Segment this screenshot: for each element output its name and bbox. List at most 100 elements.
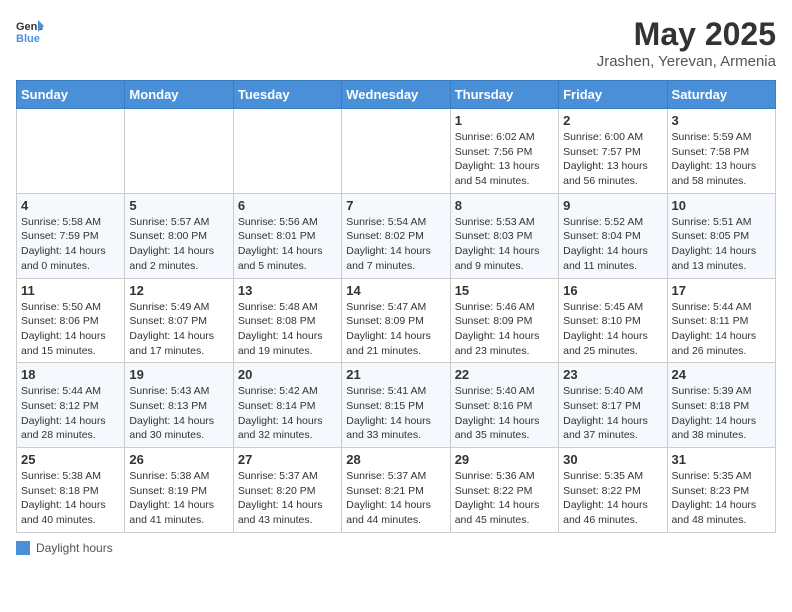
day-number: 16 <box>563 283 662 298</box>
svg-text:Blue: Blue <box>16 33 40 44</box>
day-info: Sunrise: 5:41 AMSunset: 8:15 PMDaylight:… <box>346 384 445 443</box>
subtitle: Jrashen, Yerevan, Armenia <box>597 53 776 70</box>
day-number: 28 <box>346 452 445 467</box>
day-number: 29 <box>455 452 554 467</box>
title-area: May 2025 Jrashen, Yerevan, Armenia <box>597 16 776 70</box>
calendar-cell: 31 Sunrise: 5:35 AMSunset: 8:23 PMDayligh… <box>667 448 775 533</box>
day-header-tuesday: Tuesday <box>233 81 341 109</box>
day-number: 23 <box>563 367 662 382</box>
day-number: 18 <box>21 367 120 382</box>
day-number: 7 <box>346 198 445 213</box>
day-number: 24 <box>672 367 771 382</box>
calendar-cell: 9 Sunrise: 5:52 AMSunset: 8:04 PMDaylight… <box>559 193 667 278</box>
day-number: 11 <box>21 283 120 298</box>
calendar-cell: 3 Sunrise: 5:59 AMSunset: 7:58 PMDaylight… <box>667 109 775 194</box>
calendar-cell <box>125 109 233 194</box>
calendar-cell: 26 Sunrise: 5:38 AMSunset: 8:19 PMDayligh… <box>125 448 233 533</box>
week-row-1: 4Sunrise: 5:58 AMSunset: 7:59 PMDaylight… <box>17 193 776 278</box>
calendar-cell: 5 Sunrise: 5:57 AMSunset: 8:00 PMDaylight… <box>125 193 233 278</box>
main-title: May 2025 <box>597 16 776 53</box>
calendar-cell: 4Sunrise: 5:58 AMSunset: 7:59 PMDaylight… <box>17 193 125 278</box>
calendar-cell: 12Sunrise: 5:49 AMSunset: 8:07 PMDayligh… <box>125 278 233 363</box>
day-info: Sunrise: 5:35 AMSunset: 8:23 PMDaylight:… <box>672 469 771 528</box>
day-info: Sunrise: 5:46 AMSunset: 8:09 PMDaylight:… <box>455 300 554 359</box>
calendar-cell: 25 Sunrise: 5:38 AMSunset: 8:18 PMDayligh… <box>17 448 125 533</box>
day-info: Sunrise: 5:52 AMSunset: 8:04 PMDaylight:… <box>563 215 662 274</box>
calendar-cell: 10 Sunrise: 5:51 AMSunset: 8:05 PMDayligh… <box>667 193 775 278</box>
day-header-monday: Monday <box>125 81 233 109</box>
day-number: 10 <box>672 198 771 213</box>
calendar-cell <box>342 109 450 194</box>
calendar-cell: 29 Sunrise: 5:36 AMSunset: 8:22 PMDayligh… <box>450 448 558 533</box>
day-number: 21 <box>346 367 445 382</box>
calendar-cell <box>233 109 341 194</box>
day-number: 8 <box>455 198 554 213</box>
calendar-cell: 30Sunrise: 5:35 AMSunset: 8:22 PMDayligh… <box>559 448 667 533</box>
calendar-cell: 15 Sunrise: 5:46 AMSunset: 8:09 PMDayligh… <box>450 278 558 363</box>
week-row-3: 18 Sunrise: 5:44 AMSunset: 8:12 PMDayligh… <box>17 363 776 448</box>
day-info: Sunrise: 5:51 AMSunset: 8:05 PMDaylight:… <box>672 215 771 274</box>
calendar-cell: 16 Sunrise: 5:45 AMSunset: 8:10 PMDayligh… <box>559 278 667 363</box>
day-number: 20 <box>238 367 337 382</box>
day-number: 15 <box>455 283 554 298</box>
day-info: Sunrise: 5:57 AMSunset: 8:00 PMDaylight:… <box>129 215 228 274</box>
day-info: Sunrise: 5:59 AMSunset: 7:58 PMDaylight:… <box>672 130 771 189</box>
calendar-table: SundayMondayTuesdayWednesdayThursdayFrid… <box>16 80 776 533</box>
footer: Daylight hours <box>16 541 776 555</box>
calendar-cell: 7 Sunrise: 5:54 AMSunset: 8:02 PMDaylight… <box>342 193 450 278</box>
day-number: 26 <box>129 452 228 467</box>
day-number: 13 <box>238 283 337 298</box>
calendar-cell: 13 Sunrise: 5:48 AMSunset: 8:08 PMDayligh… <box>233 278 341 363</box>
day-info: Sunrise: 5:44 AMSunset: 8:12 PMDaylight:… <box>21 384 120 443</box>
day-info: Sunrise: 5:56 AMSunset: 8:01 PMDaylight:… <box>238 215 337 274</box>
day-info: Sunrise: 5:54 AMSunset: 8:02 PMDaylight:… <box>346 215 445 274</box>
day-info: Sunrise: 5:35 AMSunset: 8:22 PMDaylight:… <box>563 469 662 528</box>
day-info: Sunrise: 6:00 AMSunset: 7:57 PMDaylight:… <box>563 130 662 189</box>
day-number: 14 <box>346 283 445 298</box>
day-header-saturday: Saturday <box>667 81 775 109</box>
calendar-header: SundayMondayTuesdayWednesdayThursdayFrid… <box>17 81 776 109</box>
day-number: 3 <box>672 113 771 128</box>
week-row-4: 25 Sunrise: 5:38 AMSunset: 8:18 PMDayligh… <box>17 448 776 533</box>
calendar-cell: 19 Sunrise: 5:43 AMSunset: 8:13 PMDayligh… <box>125 363 233 448</box>
day-info: Sunrise: 5:38 AMSunset: 8:19 PMDaylight:… <box>129 469 228 528</box>
day-header-thursday: Thursday <box>450 81 558 109</box>
day-info: Sunrise: 5:36 AMSunset: 8:22 PMDaylight:… <box>455 469 554 528</box>
daylight-label: Daylight hours <box>36 541 113 555</box>
header: General Blue May 2025 Jrashen, Yerevan, … <box>16 16 776 70</box>
calendar-cell: 21 Sunrise: 5:41 AMSunset: 8:15 PMDayligh… <box>342 363 450 448</box>
day-number: 25 <box>21 452 120 467</box>
day-number: 1 <box>455 113 554 128</box>
calendar-cell: 23 Sunrise: 5:40 AMSunset: 8:17 PMDayligh… <box>559 363 667 448</box>
calendar-cell: 1Sunrise: 6:02 AMSunset: 7:56 PMDaylight… <box>450 109 558 194</box>
calendar-cell: 20Sunrise: 5:42 AMSunset: 8:14 PMDayligh… <box>233 363 341 448</box>
calendar-cell: 14Sunrise: 5:47 AMSunset: 8:09 PMDayligh… <box>342 278 450 363</box>
day-info: Sunrise: 5:39 AMSunset: 8:18 PMDaylight:… <box>672 384 771 443</box>
day-info: Sunrise: 5:43 AMSunset: 8:13 PMDaylight:… <box>129 384 228 443</box>
calendar-cell: 24 Sunrise: 5:39 AMSunset: 8:18 PMDayligh… <box>667 363 775 448</box>
day-info: Sunrise: 5:45 AMSunset: 8:10 PMDaylight:… <box>563 300 662 359</box>
day-number: 4 <box>21 198 120 213</box>
calendar-cell: 27Sunrise: 5:37 AMSunset: 8:20 PMDayligh… <box>233 448 341 533</box>
day-info: Sunrise: 5:53 AMSunset: 8:03 PMDaylight:… <box>455 215 554 274</box>
day-number: 5 <box>129 198 228 213</box>
calendar-cell: 17Sunrise: 5:44 AMSunset: 8:11 PMDayligh… <box>667 278 775 363</box>
calendar-cell: 28Sunrise: 5:37 AMSunset: 8:21 PMDayligh… <box>342 448 450 533</box>
daylight-box-icon <box>16 541 30 555</box>
week-row-0: 1Sunrise: 6:02 AMSunset: 7:56 PMDaylight… <box>17 109 776 194</box>
day-number: 12 <box>129 283 228 298</box>
day-info: Sunrise: 5:48 AMSunset: 8:08 PMDaylight:… <box>238 300 337 359</box>
day-number: 31 <box>672 452 771 467</box>
day-info: Sunrise: 5:44 AMSunset: 8:11 PMDaylight:… <box>672 300 771 359</box>
day-info: Sunrise: 5:40 AMSunset: 8:17 PMDaylight:… <box>563 384 662 443</box>
calendar-cell: 18 Sunrise: 5:44 AMSunset: 8:12 PMDayligh… <box>17 363 125 448</box>
day-number: 9 <box>563 198 662 213</box>
day-info: Sunrise: 5:40 AMSunset: 8:16 PMDaylight:… <box>455 384 554 443</box>
calendar-cell: 11 Sunrise: 5:50 AMSunset: 8:06 PMDayligh… <box>17 278 125 363</box>
day-info: Sunrise: 5:50 AMSunset: 8:06 PMDaylight:… <box>21 300 120 359</box>
day-info: Sunrise: 5:38 AMSunset: 8:18 PMDaylight:… <box>21 469 120 528</box>
day-info: Sunrise: 5:37 AMSunset: 8:20 PMDaylight:… <box>238 469 337 528</box>
calendar-cell: 8 Sunrise: 5:53 AMSunset: 8:03 PMDaylight… <box>450 193 558 278</box>
day-number: 19 <box>129 367 228 382</box>
day-header-friday: Friday <box>559 81 667 109</box>
